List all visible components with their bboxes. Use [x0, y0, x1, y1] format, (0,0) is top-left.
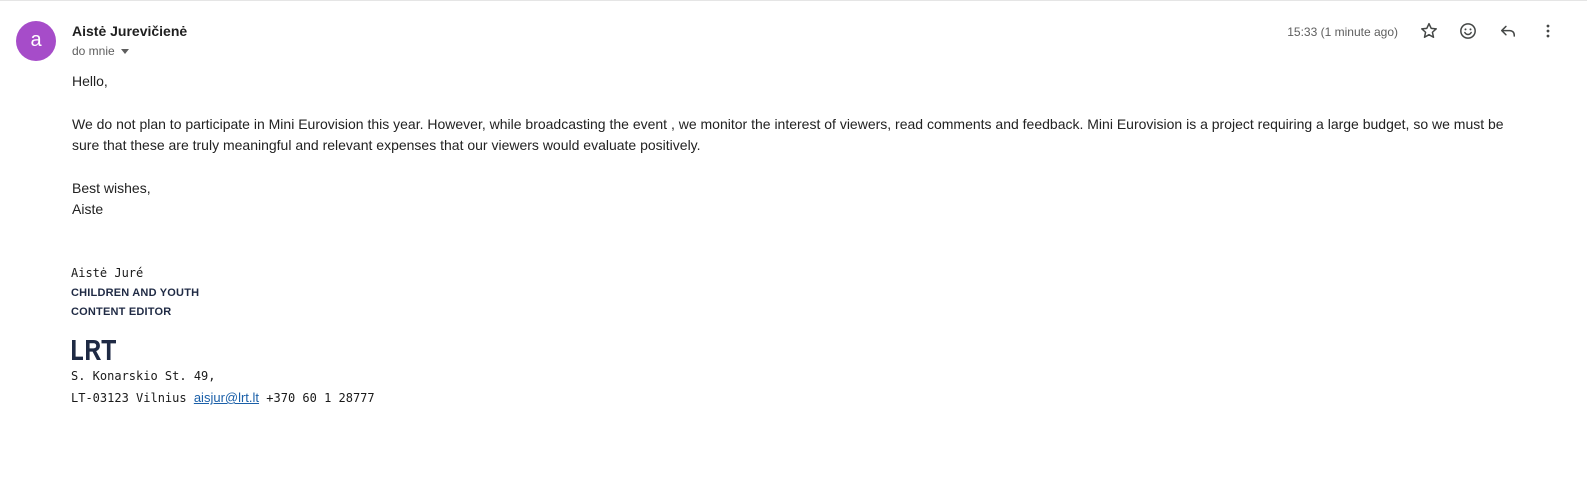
- more-vert-icon: [1546, 24, 1550, 38]
- sender-avatar[interactable]: a: [16, 21, 56, 61]
- reply-icon: [1501, 25, 1515, 37]
- star-button[interactable]: [1417, 19, 1441, 43]
- chevron-down-icon[interactable]: [120, 49, 129, 54]
- signature-address-line-2: LT-03123 Vilnius aisjur@lrt.lt +370 60 1…: [71, 387, 375, 409]
- message-body: Hello, We do not plan to participate in …: [72, 71, 1572, 220]
- signature-address-line-1: S. Konarskio St. 49,: [71, 369, 216, 383]
- email-signature: Aistė Juré CHILDREN AND YOUTH CONTENT ED…: [71, 265, 375, 409]
- emoji-icon: [1460, 23, 1476, 39]
- signature-phone: +370 60 1 28777: [266, 391, 375, 405]
- sign-off-text: Aiste: [72, 201, 104, 217]
- reply-button[interactable]: [1496, 19, 1520, 43]
- star-icon: [1421, 22, 1437, 38]
- signature-email-link[interactable]: aisjur@lrt.lt: [194, 390, 259, 405]
- signature-name: Aistė Juré: [71, 266, 144, 280]
- more-options-button[interactable]: [1536, 19, 1560, 43]
- body-paragraph-line-1: We do not plan to participate in Mini Eu…: [72, 116, 1504, 132]
- message-timestamp: 15:33 (1 minute ago): [1287, 25, 1398, 39]
- signature-role-line-1: CHILDREN AND YOUTH: [71, 287, 200, 299]
- signature-city: LT-03123 Vilnius: [71, 391, 187, 405]
- lrt-logo: [71, 338, 375, 362]
- closing-text: Best wishes,: [72, 180, 151, 196]
- greeting-text: Hello,: [72, 73, 108, 89]
- email-message: a Aistė Jurevičienė do mnie 15:33 (1 min…: [0, 0, 1587, 490]
- signature-role-line-2: CONTENT EDITOR: [71, 306, 172, 318]
- recipient-label: do mnie: [72, 44, 115, 58]
- body-paragraph-line-2: sure that these are truly meaningful and…: [72, 137, 701, 153]
- add-reaction-button[interactable]: [1456, 19, 1480, 43]
- sender-name[interactable]: Aistė Jurevičienė: [72, 23, 187, 39]
- recipient-details-toggle[interactable]: do mnie: [72, 44, 129, 58]
